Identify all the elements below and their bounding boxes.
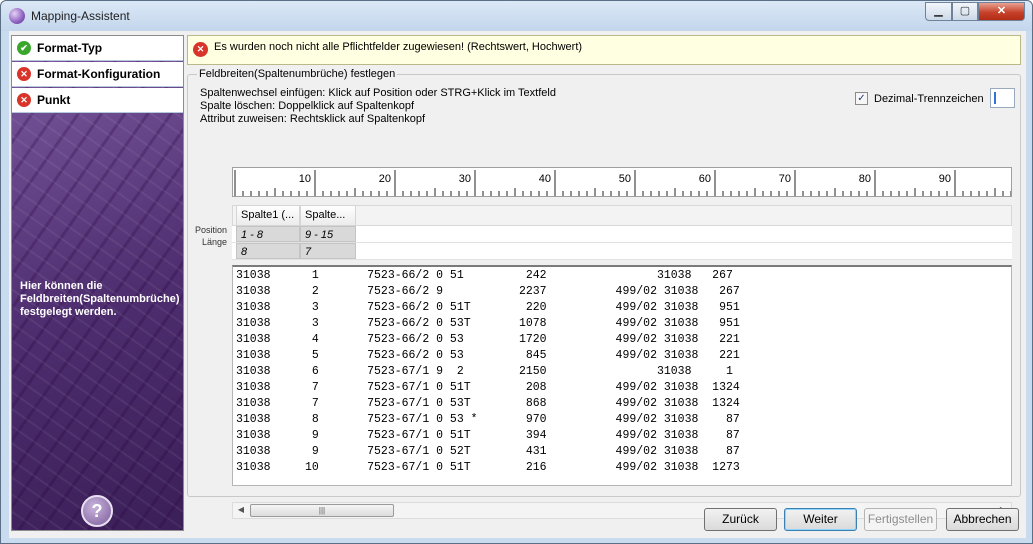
text-line: 31038 10 7523-67/1 0 51T 216 499/02 3103… [236, 461, 740, 474]
length-cell-1: 8 [236, 243, 300, 259]
next-button[interactable]: Weiter [784, 508, 857, 531]
help-button[interactable]: ? [81, 495, 113, 527]
close-button[interactable]: ✕ [978, 2, 1025, 21]
ruler-label: 30 [459, 173, 471, 185]
title-bar: Mapping-Assistent ▁ ▢ ✕ [1, 1, 1032, 31]
step-label: Punkt [37, 93, 71, 107]
validation-banner: ✕ Es wurden noch nicht alle Pflichtfelde… [187, 35, 1021, 65]
banner-message: Es wurden noch nicht alle Pflichtfelder … [214, 41, 583, 53]
back-button[interactable]: Zurück [704, 508, 777, 531]
ruler-label: 60 [699, 173, 711, 185]
ruler-label: 80 [859, 173, 871, 185]
error-icon: ✕ [17, 67, 31, 81]
instruction-delete: Spalte löschen: Doppelklick auf Spaltenk… [200, 100, 415, 112]
column-header-1[interactable]: Spalte1 (... [236, 205, 300, 226]
step-format-konfiguration[interactable]: ✕ Format-Konfiguration [12, 62, 183, 87]
ruler-label: 40 [539, 173, 551, 185]
dialog-client-area: ✔ Format-Typ ✕ Format-Konfiguration ✕ Pu… [9, 31, 1026, 538]
ruler-label: 90 [939, 173, 951, 185]
text-line: 31038 2 7523-66/2 9 2237 499/02 31038 26… [236, 285, 740, 298]
window-title: Mapping-Assistent [31, 9, 130, 23]
mapping-assistant-window: Mapping-Assistent ▁ ▢ ✕ ✔ Format-Typ ✕ F… [0, 0, 1033, 544]
check-icon: ✔ [17, 41, 31, 55]
text-line: 31038 3 7523-66/2 0 53T 1078 499/02 3103… [236, 317, 740, 330]
minimize-button[interactable]: ▁ [925, 2, 952, 21]
text-line: 31038 7 7523-67/1 0 51T 208 499/02 31038… [236, 381, 740, 394]
position-row-label: Position [194, 225, 227, 235]
error-icon: ✕ [17, 93, 31, 107]
text-line: 31038 6 7523-67/1 9 2 2150 31038 1 [236, 365, 733, 378]
text-line: 31038 9 7523-67/1 0 52T 431 499/02 31038… [236, 445, 740, 458]
ruler-label: 50 [619, 173, 631, 185]
ruler-graphic: 10203040506070809010 [234, 170, 1011, 196]
column-ruler[interactable]: 10203040506070809010 [232, 167, 1012, 197]
data-preview-textfield[interactable]: 31038 1 7523-66/2 0 51 242 31038 267 3103… [232, 265, 1012, 486]
length-cell-2: 7 [300, 243, 356, 259]
group-title: Feldbreiten(Spaltenumbrüche) festlegen [197, 68, 398, 80]
text-line: 31038 8 7523-67/1 0 53 * 970 499/02 3103… [236, 413, 740, 426]
ruler-label: 20 [379, 173, 391, 185]
length-row-label: Länge [201, 237, 227, 247]
step-label: Format-Konfiguration [37, 67, 161, 81]
position-cell-1: 1 - 8 [236, 226, 300, 242]
step-format-typ[interactable]: ✔ Format-Typ [12, 36, 183, 61]
instruction-attribute: Attribut zuweisen: Rechtsklick auf Spalt… [200, 113, 426, 125]
ruler-label: 70 [779, 173, 791, 185]
text-line: 31038 4 7523-66/2 0 53 1720 499/02 31038… [236, 333, 740, 346]
decimal-separator-input[interactable] [990, 88, 1015, 108]
text-line: 31038 7 7523-67/1 0 53T 868 499/02 31038… [236, 397, 740, 410]
column-width-group: Feldbreiten(Spaltenumbrüche) festlegen S… [187, 68, 1021, 519]
decimal-separator-checkbox[interactable]: ✓ [855, 92, 868, 105]
maximize-button[interactable]: ▢ [952, 2, 978, 21]
position-cell-2: 9 - 15 [300, 226, 356, 242]
finish-button[interactable]: Fertigstellen [864, 508, 937, 531]
wizard-sidebar: ✔ Format-Typ ✕ Format-Konfiguration ✕ Pu… [11, 35, 184, 531]
scroll-thumb[interactable]: ||| [250, 504, 394, 517]
step-label: Format-Typ [37, 41, 103, 55]
text-line: 31038 5 7523-66/2 0 53 845 499/02 31038 … [236, 349, 740, 362]
column-header-2[interactable]: Spalte... [300, 205, 356, 226]
app-icon [9, 8, 25, 24]
text-line: 31038 1 7523-66/2 0 51 242 31038 267 [236, 269, 733, 282]
error-icon: ✕ [193, 42, 208, 57]
text-line: 31038 9 7523-67/1 0 51T 394 499/02 31038… [236, 429, 740, 442]
decimal-separator-option[interactable]: ✓ Dezimal-Trennzeichen [855, 92, 984, 105]
ruler-label: 10 [299, 173, 311, 185]
cancel-button[interactable]: Abbrechen [946, 508, 1019, 531]
text-line: 31038 3 7523-66/2 0 51T 220 499/02 31038… [236, 301, 740, 314]
decimal-separator-label: Dezimal-Trennzeichen [874, 92, 984, 105]
sidebar-help-text: Hier können die Feldbreiten(Spaltenumbrü… [20, 280, 180, 318]
instruction-insert: Spaltenwechsel einfügen: Klick auf Posit… [200, 87, 556, 99]
scroll-left-arrow-icon[interactable]: ◀ [235, 505, 247, 514]
step-punkt[interactable]: ✕ Punkt [12, 88, 183, 113]
text-caret [994, 92, 996, 104]
